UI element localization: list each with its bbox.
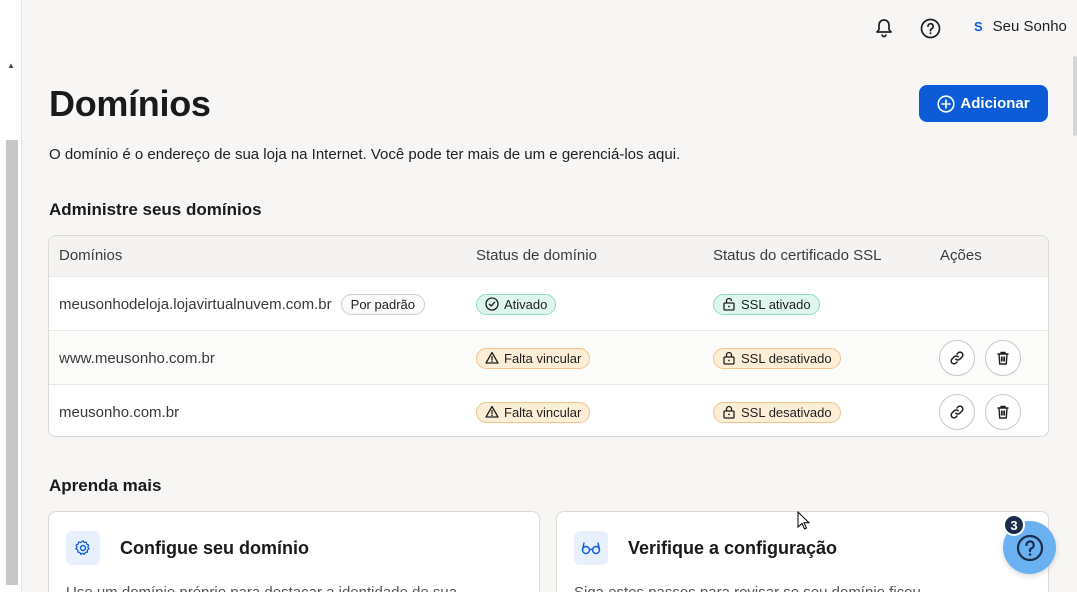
user-menu[interactable]: S Seu Sonho	[974, 18, 1067, 35]
unlocked-lock-icon	[723, 297, 735, 311]
trash-icon	[997, 351, 1009, 365]
column-header-domains: Domínios	[59, 247, 123, 264]
link-domain-button[interactable]	[939, 340, 975, 376]
glasses-icon	[574, 531, 608, 565]
help-circle-icon[interactable]	[919, 17, 941, 39]
domain-name: meusonho.com.br	[59, 403, 180, 421]
table-row: meusonhodeloja.lojavirtualnuvem.com.br P…	[49, 276, 1048, 330]
warning-triangle-icon	[485, 405, 499, 418]
table-row: meusonho.com.br Falta vincular SSL desat…	[49, 384, 1048, 436]
card-title: Configue seu domínio	[120, 538, 309, 558]
configure-domain-card[interactable]: Configue seu domínio Use um domínio próp…	[48, 511, 540, 592]
ssl-status-badge: SSL ativado	[713, 293, 820, 315]
table-header: Domínios Status de domínio Status do cer…	[49, 236, 1048, 276]
ssl-status-badge: SSL desativado	[713, 347, 841, 369]
link-domain-button[interactable]	[939, 394, 975, 430]
scrollbar-thumb[interactable]	[6, 140, 18, 585]
scroll-up-arrow-icon[interactable]: ▲	[5, 60, 17, 72]
trash-icon	[997, 405, 1009, 419]
add-domain-button[interactable]: Adicionar	[919, 85, 1048, 122]
delete-domain-button[interactable]	[985, 340, 1021, 376]
help-notification-count: 3	[1003, 514, 1025, 536]
check-circle-icon	[485, 297, 499, 311]
table-row: www.meusonho.com.br Falta vincular SSL d…	[49, 330, 1048, 384]
main-scrollbar[interactable]	[1071, 56, 1077, 576]
domain-status-badge: Falta vincular	[476, 401, 591, 423]
card-text: Siga estes passos para revisar se seu do…	[574, 584, 921, 592]
learn-section-title: Aprenda mais	[49, 476, 162, 495]
locked-lock-icon	[723, 351, 735, 365]
page-title: Domínios	[49, 83, 211, 124]
plus-circle-icon	[937, 94, 956, 113]
user-name: Seu Sonho	[992, 18, 1067, 35]
add-domain-button-label: Adicionar	[960, 95, 1030, 112]
left-sidebar-strip: ▲	[0, 0, 22, 592]
locked-lock-icon	[723, 405, 735, 419]
card-title: Verifique a configuração	[628, 538, 838, 558]
link-icon	[950, 405, 964, 419]
warning-triangle-icon	[485, 351, 499, 364]
mouse-cursor-icon	[797, 511, 811, 530]
domains-table: Domínios Status de domínio Status do cer…	[48, 235, 1049, 437]
link-icon	[950, 351, 964, 365]
domain-name: meusonhodeloja.lojavirtualnuvem.com.br	[59, 295, 332, 313]
ssl-status-badge: SSL desativado	[713, 401, 841, 423]
user-avatar-initial: S	[974, 19, 983, 34]
delete-domain-button[interactable]	[985, 394, 1021, 430]
column-header-domain-status: Status de domínio	[476, 247, 597, 264]
page-subtitle: O domínio é o endereço de sua loja na In…	[49, 146, 681, 163]
top-bar: S Seu Sonho	[22, 0, 1077, 56]
notifications-bell-icon[interactable]	[873, 17, 895, 39]
default-domain-pill: Por padrão	[340, 293, 425, 315]
domain-status-badge: Ativado	[476, 293, 557, 315]
column-header-ssl-status: Status do certificado SSL	[713, 247, 882, 264]
card-text: Use um domínio próprio para destacar a i…	[66, 584, 457, 592]
gear-icon	[66, 531, 100, 565]
question-mark-icon	[1016, 534, 1043, 561]
manage-section-title: Administre seus domínios	[49, 200, 262, 219]
domain-status-badge: Falta vincular	[476, 347, 591, 369]
domain-name: www.meusonho.com.br	[59, 349, 215, 367]
column-header-actions: Ações	[940, 247, 982, 264]
